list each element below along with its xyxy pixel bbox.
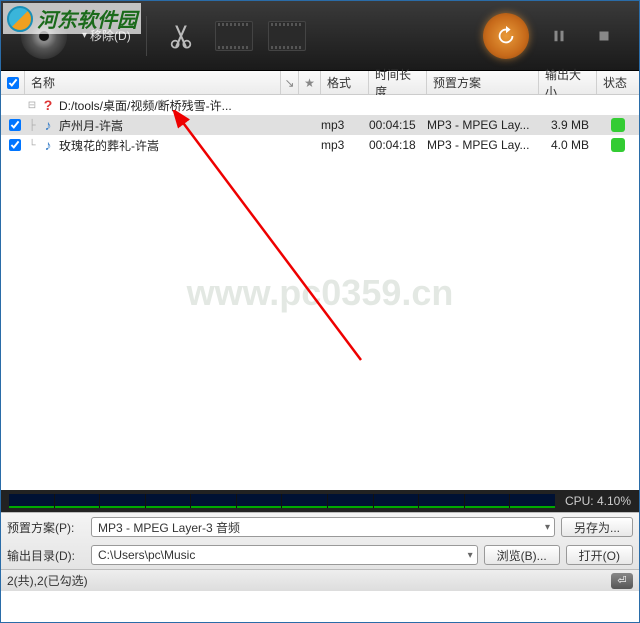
header-checkbox[interactable] xyxy=(1,71,25,94)
tree-branch-icon: ├ xyxy=(25,120,39,131)
status-ready-icon xyxy=(611,118,625,132)
file-preset: MP3 - MPEG Lay... xyxy=(427,118,539,132)
browse-button[interactable]: 浏览(B)... xyxy=(484,545,560,565)
tree-branch-icon: └ xyxy=(25,140,39,151)
site-watermark-logo: 河东软件园 xyxy=(3,3,141,34)
file-checkbox[interactable] xyxy=(9,119,21,131)
header-preset[interactable]: 预置方案 xyxy=(427,71,539,94)
file-row[interactable]: └ ♪ 玫瑰花的葬礼-许嵩 mp3 00:04:18 MP3 - MPEG La… xyxy=(1,135,639,155)
file-name: 庐州月-许嵩 xyxy=(57,117,321,134)
file-name: 玫瑰花的葬礼-许嵩 xyxy=(57,137,321,154)
folder-row[interactable]: ⊟ ? D:/tools/桌面/视频/断桥残雪-许... xyxy=(1,95,639,115)
question-icon: ? xyxy=(44,97,53,113)
file-format: mp3 xyxy=(321,118,369,132)
header-name[interactable]: 名称 xyxy=(25,71,281,94)
convert-button[interactable] xyxy=(483,13,529,59)
site-name: 河东软件园 xyxy=(37,4,137,33)
edit-video-button[interactable] xyxy=(268,17,306,55)
logo-icon xyxy=(7,6,33,32)
file-duration: 00:04:18 xyxy=(369,138,427,152)
file-size: 4.0 MB xyxy=(539,138,597,152)
outdir-label: 输出目录(D): xyxy=(7,547,85,564)
file-list: ⊟ ? D:/tools/桌面/视频/断桥残雪-许... ├ ♪ 庐州月-许嵩 … xyxy=(1,95,639,490)
tree-branch-icon: ⊟ xyxy=(25,100,39,111)
header-duration[interactable]: 时间长度 xyxy=(369,71,427,94)
cpu-bar: CPU: 4.10% xyxy=(1,490,639,512)
header-format[interactable]: 格式 xyxy=(321,71,369,94)
file-row[interactable]: ├ ♪ 庐州月-许嵩 mp3 00:04:15 MP3 - MPEG Lay..… xyxy=(1,115,639,135)
pause-button[interactable] xyxy=(544,21,574,51)
crop-video-button[interactable] xyxy=(215,17,253,55)
file-size: 3.9 MB xyxy=(539,118,597,132)
outdir-combo[interactable]: C:\Users\pc\Music xyxy=(91,545,478,565)
toolbar-separator xyxy=(146,16,147,56)
header-expand-icon[interactable]: ↘ xyxy=(281,71,299,94)
cpu-label: CPU: 4.10% xyxy=(565,494,631,508)
cut-button[interactable] xyxy=(162,17,200,55)
header-star-icon[interactable]: ★ xyxy=(299,71,321,94)
file-checkbox[interactable] xyxy=(9,139,21,151)
status-ready-icon xyxy=(611,138,625,152)
column-headers: 名称 ↘ ★ 格式 时间长度 预置方案 输出大小 状态 xyxy=(1,71,639,95)
header-status[interactable]: 状态 xyxy=(597,71,639,94)
header-outsize[interactable]: 输出大小 xyxy=(539,71,597,94)
folder-path: D:/tools/桌面/视频/断桥残雪-许... xyxy=(57,97,321,114)
stop-button[interactable] xyxy=(589,21,619,51)
music-note-icon: ♪ xyxy=(45,117,52,133)
status-bar: 2(共),2(已勾选) ⏎ xyxy=(1,569,639,591)
saveas-button[interactable]: 另存为... xyxy=(561,517,633,537)
file-format: mp3 xyxy=(321,138,369,152)
file-preset: MP3 - MPEG Lay... xyxy=(427,138,539,152)
preset-combo[interactable]: MP3 - MPEG Layer-3 音频 xyxy=(91,517,555,537)
watermark-text: www.pc0359.cn xyxy=(187,272,454,314)
open-button[interactable]: 打开(O) xyxy=(566,545,633,565)
bottom-panel: 预置方案(P): MP3 - MPEG Layer-3 音频 另存为... 输出… xyxy=(1,512,639,569)
music-note-icon: ♪ xyxy=(45,137,52,153)
cpu-meter xyxy=(9,494,555,508)
status-text: 2(共),2(已勾选) xyxy=(7,572,88,589)
file-duration: 00:04:15 xyxy=(369,118,427,132)
preset-label: 预置方案(P): xyxy=(7,519,85,536)
return-button[interactable]: ⏎ xyxy=(611,573,633,589)
